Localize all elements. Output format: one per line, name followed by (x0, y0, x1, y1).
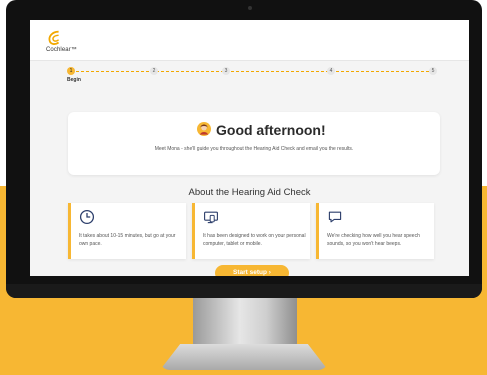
greeting-subtitle: Meet Mona - she'll guide you throughout … (154, 146, 354, 152)
device-icon (204, 211, 218, 224)
step-5[interactable]: 5 (429, 67, 437, 75)
step-4[interactable]: 4 (327, 67, 335, 75)
about-heading: About the Hearing Aid Check (188, 187, 311, 198)
step-3[interactable]: 3 (222, 67, 230, 75)
monitor-base (160, 344, 328, 370)
top-bar: Cochlear™ (30, 20, 469, 61)
info-card-devices: It has been designed to work on your per… (192, 203, 310, 259)
clock-icon (79, 209, 95, 225)
cochlear-logo-icon (48, 30, 60, 45)
monitor-stand (193, 298, 297, 350)
info-card-sounds: We're checking how well you hear speech … (316, 203, 434, 259)
progress-line (71, 71, 434, 72)
speech-bubble-icon (328, 211, 342, 223)
progress-steps: 1 2 3 4 5 Begin (30, 64, 469, 86)
info-card-text: We're checking how well you hear speech … (327, 233, 420, 247)
monitor-chin (6, 284, 482, 298)
step-caption: Begin (67, 77, 81, 83)
step-2[interactable]: 2 (150, 67, 158, 75)
info-card-time: It takes about 10-15 minutes, but go at … (68, 203, 186, 259)
brand-name: Cochlear™ (46, 47, 77, 53)
info-card-text: It has been designed to work on your per… (203, 233, 306, 247)
step-1[interactable]: 1 (67, 67, 75, 75)
greeting-card: Good afternoon! Meet Mona - she'll guide… (68, 112, 440, 175)
greeting-title: Good afternoon! (216, 122, 326, 138)
start-setup-button[interactable]: Start setup › (215, 265, 289, 276)
camera-dot (248, 6, 252, 10)
mona-avatar-icon (197, 122, 211, 136)
screen: Cochlear™ 1 2 3 4 5 Begin Good afternoon… (30, 20, 469, 276)
info-card-text: It takes about 10-15 minutes, but go at … (79, 233, 176, 247)
